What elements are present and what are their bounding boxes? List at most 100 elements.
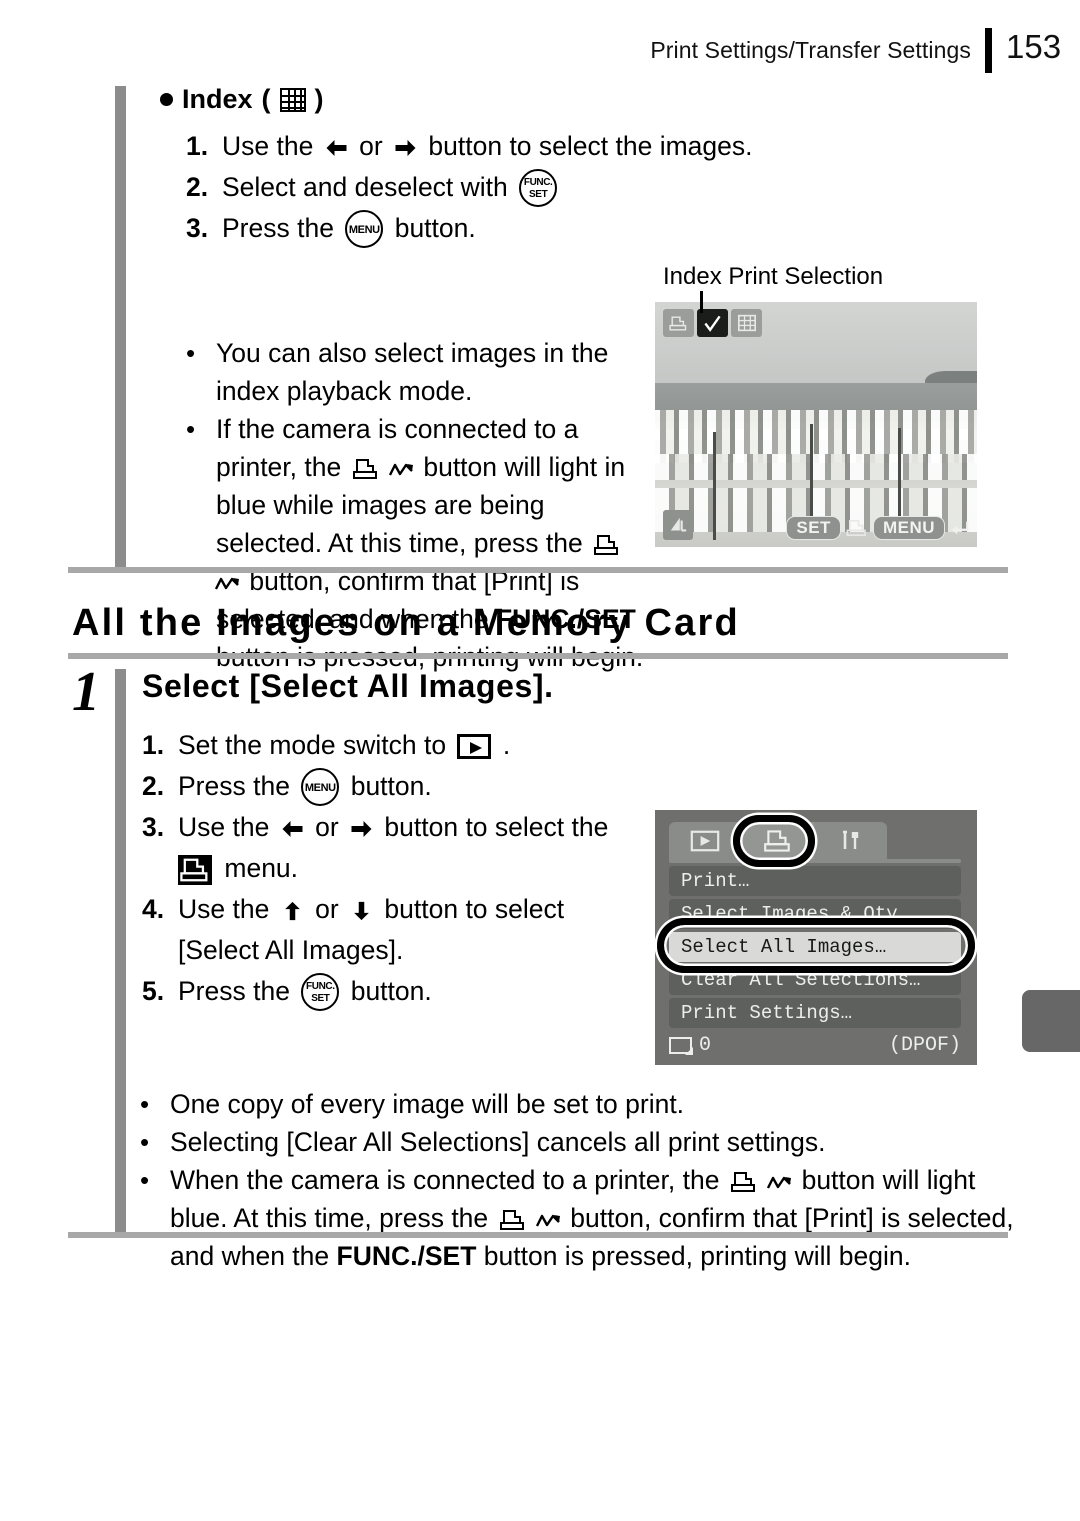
step-number: 2. — [186, 172, 209, 202]
return-arrow-icon — [951, 521, 969, 535]
settings-tools-icon — [843, 830, 859, 849]
bullet-seg1: When the camera is connected to a printe… — [170, 1165, 720, 1195]
bullet-marker: • — [140, 1165, 150, 1195]
memory-card-steps-list: 1. Set the mode switch to . 2. Press the… — [142, 725, 682, 1012]
wave-icon — [767, 1176, 792, 1189]
quality-glyph — [670, 517, 687, 532]
print-button-icon — [594, 535, 619, 555]
index-heading-label: Index — [182, 84, 253, 114]
checkmark-icon — [697, 309, 728, 337]
image-quality-icon — [663, 510, 693, 540]
index-grid-icon — [279, 87, 306, 112]
step-number: 4. — [142, 894, 165, 924]
set-label: SET — [311, 993, 330, 1004]
menu-item-select-all-images[interactable]: Select All Images… — [669, 932, 961, 962]
step-number: 5. — [142, 976, 165, 1006]
step-text-pre: Press the — [178, 976, 290, 1006]
print-count-icon — [669, 1037, 693, 1055]
menu-item-clear-all-selections[interactable]: Clear All Selections… — [669, 965, 961, 995]
wave-icon — [388, 463, 413, 476]
step-text-pre: Select and deselect with — [222, 172, 508, 202]
left-rail-upper — [115, 86, 126, 573]
left-rail-lower — [115, 669, 126, 1235]
index-print-lcd-screenshot: SET MENU — [655, 302, 977, 547]
print-menu-icon — [178, 855, 212, 885]
checkmark-glyph — [704, 315, 721, 332]
index-grid-glyph — [737, 314, 756, 332]
photo-lounger-row-mid — [655, 453, 977, 480]
step-text-post: button to select — [384, 894, 565, 924]
bullet-text: One copy of every image will be set to p… — [170, 1089, 685, 1119]
bullet-marker: • — [186, 338, 196, 368]
page-number: 153 — [1006, 28, 1062, 65]
bullet-seg2: printer, the — [216, 452, 342, 482]
menu-footer: 0 (DPOF) — [669, 1034, 961, 1057]
step-text-post2: menu. — [224, 853, 299, 883]
mc-step-5: 5. Press the FUNC. SET button. — [142, 971, 682, 1012]
menu-item-print[interactable]: Print… — [669, 866, 961, 896]
tab-settings[interactable] — [815, 822, 887, 860]
playback-icon — [690, 830, 720, 852]
up-arrow-icon — [284, 901, 300, 921]
bullet-seg1: If the camera is connected to a — [216, 414, 579, 444]
menu-item-print-settings[interactable]: Print Settings… — [669, 998, 961, 1028]
paren-close: ) — [314, 84, 324, 114]
header-title: Print Settings/Transfer Settings — [650, 37, 971, 63]
footer-count-group: 0 — [669, 1034, 711, 1057]
footer-count: 0 — [699, 1034, 712, 1057]
step-text-pre: Press the — [222, 213, 334, 243]
menu-button-icon: MENU — [301, 768, 340, 806]
step-text-post: button. — [394, 213, 476, 243]
step-number: 1. — [142, 730, 165, 760]
step-text-post2: [Select All Images]. — [178, 935, 404, 965]
set-label: SET — [529, 189, 548, 200]
print-button-icon — [352, 459, 377, 479]
print-menu-screenshot: Print… Select Images & Qty… Select All I… — [655, 810, 977, 1065]
section-divider-step — [68, 653, 1008, 659]
step-number: 2. — [142, 771, 165, 801]
bullet-text: Selecting [Clear All Selections] cancels… — [170, 1127, 826, 1157]
caption-leader-line — [700, 291, 703, 313]
step-text-post: button. — [350, 976, 432, 1006]
menu-key-label: MENU — [872, 516, 945, 540]
mc-step-2: 2. Press the MENU button. — [142, 766, 682, 807]
bullet-seg4: button is pressed, printing will begin. — [483, 1241, 911, 1271]
print-icon — [846, 520, 866, 536]
step-text-pre: Use the — [178, 812, 270, 842]
page-thumb-tab — [1022, 990, 1080, 1052]
header-divider — [985, 28, 992, 73]
left-arrow-icon — [326, 140, 347, 156]
func-label: FUNC. — [523, 177, 553, 188]
step-text-pre: Press the — [178, 771, 290, 801]
photo-umbrella-pole — [898, 428, 901, 528]
lcd-bottom-key-row: SET MENU — [786, 516, 971, 540]
func-set-button-icon: FUNC. SET — [301, 973, 340, 1011]
section-divider-top — [68, 567, 1008, 573]
section-title: All the Images on a Memory Card — [72, 602, 740, 644]
step-number: 3. — [186, 213, 209, 243]
tab-playback[interactable] — [669, 822, 741, 860]
page-header: Print Settings/Transfer Settings 153 — [650, 28, 1068, 73]
step-number: 1. — [186, 131, 209, 161]
step-text-mid: or — [315, 812, 339, 842]
print-icon — [764, 830, 790, 852]
step-text-post: button. — [350, 771, 432, 801]
memory-card-bullets-list: • One copy of every image will be set to… — [140, 1085, 1020, 1275]
mc-step-4: 4. Use the or button to select [Select A… — [142, 889, 682, 971]
right-arrow-icon — [351, 821, 372, 837]
menu-tab-underline — [669, 859, 961, 863]
index-step-1: 1. Use the or button to select the image… — [186, 126, 876, 167]
print-button-icon — [499, 1210, 524, 1230]
playback-mode-icon — [457, 734, 492, 759]
func-set-button-icon: FUNC. SET — [519, 169, 558, 207]
mc-step-3: 3. Use the or button to select the menu. — [142, 807, 682, 889]
photo-umbrella-pole — [713, 432, 716, 540]
right-arrow-icon — [395, 140, 416, 156]
bullet-dot-icon — [160, 93, 173, 106]
step-block-title: Select [Select All Images]. — [142, 668, 554, 704]
set-key-label: SET — [786, 516, 841, 540]
tab-print[interactable] — [742, 822, 814, 860]
mc-bullet-3: • When the camera is connected to a prin… — [140, 1161, 1020, 1275]
section-divider-bottom — [68, 1232, 1008, 1238]
menu-item-select-images-qty[interactable]: Select Images & Qty… — [669, 899, 961, 929]
